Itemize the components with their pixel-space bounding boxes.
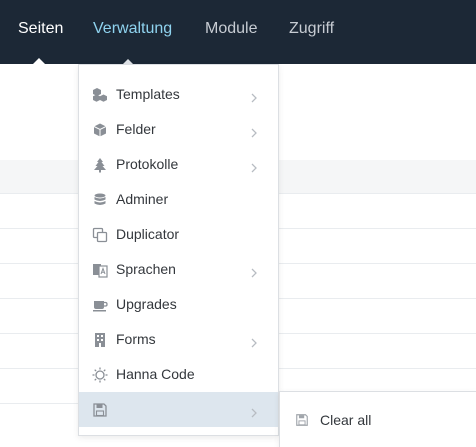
menu-item-label: Upgrades	[116, 296, 177, 312]
submenu-flyout: Clear all	[279, 391, 476, 447]
floppy-disk-icon	[295, 413, 309, 427]
chevron-right-icon	[250, 160, 258, 173]
building-icon	[92, 332, 108, 348]
chevron-right-icon	[250, 335, 258, 348]
cubes-icon	[92, 87, 108, 103]
menu-item-forms[interactable]: Forms	[79, 322, 278, 357]
tree-icon	[92, 157, 108, 173]
menu-item-label: Adminer	[116, 191, 169, 207]
cube-icon	[92, 122, 108, 138]
menu-item-label: Felder	[116, 121, 156, 137]
menu-item-upgrades[interactable]: Upgrades	[79, 287, 278, 322]
chevron-right-icon	[250, 125, 258, 138]
coffee-icon	[92, 297, 108, 313]
language-icon	[92, 262, 108, 278]
clear-all-menu-item[interactable]: Clear all	[280, 404, 476, 438]
nav-item-seiten[interactable]: Seiten	[18, 20, 63, 38]
clear-all-label: Clear all	[320, 412, 372, 428]
verwaltung-dropdown-menu: Templates Felder Protokolle Adminer Dupl…	[78, 64, 279, 436]
nav-item-verwaltung[interactable]: Verwaltung	[93, 20, 172, 38]
menu-item-protokolle[interactable]: Protokolle	[79, 147, 278, 182]
menu-item-duplicator[interactable]: Duplicator	[79, 217, 278, 252]
chevron-right-icon	[250, 90, 258, 103]
menu-item-sprachen[interactable]: Sprachen	[79, 252, 278, 287]
top-navigation-bar: Seiten Verwaltung Module Zugriff	[0, 0, 476, 64]
menu-item-label: Protokolle	[116, 156, 179, 172]
menu-item-label: Templates	[116, 86, 180, 102]
menu-item-hanna-code[interactable]: Hanna Code	[79, 357, 278, 392]
clone-icon	[92, 227, 108, 243]
sun-icon	[92, 367, 108, 383]
menu-item-label: Sprachen	[116, 261, 176, 277]
menu-item-templates[interactable]: Templates	[79, 77, 278, 112]
nav-item-module[interactable]: Module	[205, 20, 257, 38]
nav-item-zugriff[interactable]: Zugriff	[289, 20, 334, 38]
database-icon	[92, 192, 108, 208]
menu-item-label: Forms	[116, 331, 156, 347]
menu-item-felder[interactable]: Felder	[79, 112, 278, 147]
active-nav-caret	[33, 58, 45, 64]
chevron-right-icon	[250, 265, 258, 278]
floppy-disk-icon	[92, 402, 108, 418]
chevron-right-icon	[250, 405, 258, 418]
menu-item-adminer[interactable]: Adminer	[79, 182, 278, 217]
menu-item-label: Hanna Code	[116, 366, 195, 382]
menu-item-unlabeled-cache[interactable]	[79, 392, 278, 427]
menu-item-label: Duplicator	[116, 226, 180, 242]
